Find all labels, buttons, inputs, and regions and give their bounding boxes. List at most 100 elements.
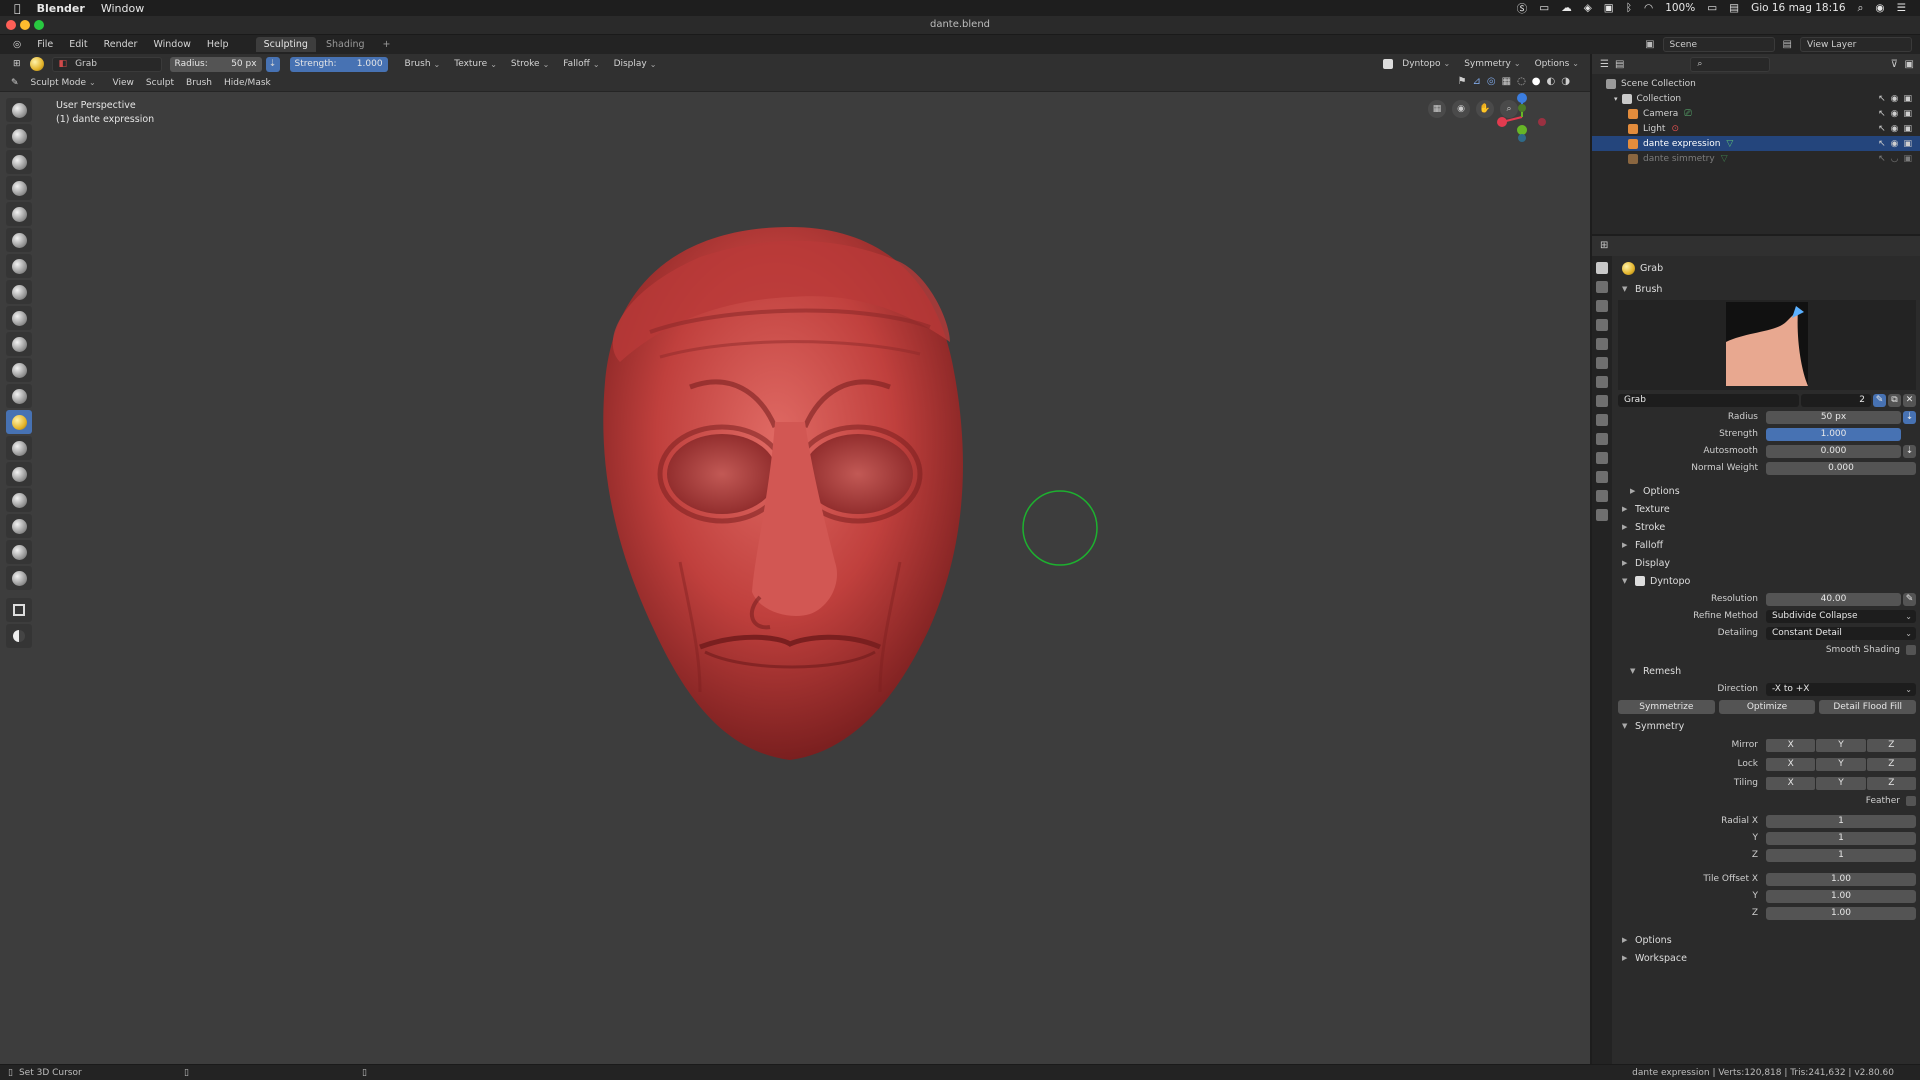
data-tab-icon[interactable] bbox=[1596, 471, 1608, 483]
unlink-brush-icon[interactable]: ✕ bbox=[1903, 393, 1916, 407]
collection-expand-icon[interactable]: ▾ bbox=[1614, 95, 1618, 103]
view-layer-tab-icon[interactable] bbox=[1596, 319, 1608, 331]
solid-shading-icon[interactable]: ● bbox=[1532, 76, 1541, 87]
tile-offset-x-field[interactable]: 1.00 bbox=[1766, 872, 1916, 886]
dyntopo-menu[interactable]: Dyntopo bbox=[1397, 56, 1455, 71]
eyedropper-icon[interactable]: ✎ bbox=[1903, 592, 1916, 606]
texture-panel-header[interactable]: ▶ Texture bbox=[1618, 500, 1916, 518]
mesh-data-icon[interactable]: ▽ bbox=[1726, 139, 1733, 149]
workspace-panel-header[interactable]: ▶ Workspace bbox=[1618, 949, 1916, 967]
particles-tab-icon[interactable] bbox=[1596, 414, 1608, 426]
brush-panel-header[interactable]: ▼ Brush bbox=[1618, 280, 1916, 298]
radial-z-field[interactable]: 1 bbox=[1766, 848, 1916, 862]
radius-slider[interactable]: Radius: 50 px bbox=[169, 56, 262, 72]
brush-preview-area[interactable] bbox=[1618, 300, 1916, 390]
window-menu[interactable]: Window bbox=[101, 2, 144, 15]
camera-data-icon[interactable]: ⎚ bbox=[1684, 109, 1691, 119]
strength-slider[interactable]: Strength: 1.000 bbox=[289, 56, 388, 72]
render-icon[interactable]: ▣ bbox=[1903, 139, 1912, 149]
object-tab-icon[interactable] bbox=[1596, 376, 1608, 388]
display-mode-icon[interactable]: ▤ bbox=[1615, 59, 1624, 70]
modifier-tab-icon[interactable] bbox=[1596, 395, 1608, 407]
radius-pressure-icon[interactable]: ⇣ bbox=[265, 56, 280, 72]
output-tab-icon[interactable] bbox=[1596, 300, 1608, 312]
tab-shading[interactable]: Shading bbox=[318, 37, 373, 52]
eye-icon[interactable]: ◉ bbox=[1891, 139, 1899, 149]
select-toggle-icon[interactable]: ↖ bbox=[1878, 109, 1886, 119]
tool-tab-icon[interactable] bbox=[1596, 262, 1608, 274]
tiling-y-toggle[interactable]: Y bbox=[1816, 776, 1866, 790]
autosmooth-pressure-icon[interactable]: ⇣ bbox=[1903, 444, 1916, 458]
render-icon[interactable]: ▣ bbox=[1903, 109, 1912, 119]
gizmo-icon[interactable]: ⊿ bbox=[1472, 76, 1480, 87]
outliner-item-camera[interactable]: Camera ⎚ ↖ ◉ ▣ bbox=[1592, 106, 1920, 121]
view-layer-selector[interactable]: View Layer bbox=[1800, 37, 1912, 52]
scene-tab-icon[interactable] bbox=[1596, 338, 1608, 350]
view-menu[interactable]: View bbox=[108, 75, 139, 90]
physics-tab-icon[interactable] bbox=[1596, 433, 1608, 445]
view-layer-icon[interactable]: ▤ bbox=[1783, 39, 1792, 50]
brush-options-subpanel[interactable]: ▶ Options bbox=[1618, 482, 1916, 500]
dropbox-icon[interactable]: ◈ bbox=[1584, 2, 1592, 14]
wifi-icon[interactable]: ◠ bbox=[1644, 2, 1653, 14]
clock[interactable]: Gio 16 mag 18:16 bbox=[1751, 2, 1845, 14]
brush-menu-mode[interactable]: Brush bbox=[181, 75, 217, 90]
menu-edit[interactable]: Edit bbox=[62, 37, 94, 52]
search-icon[interactable]: ⌕ bbox=[1858, 2, 1864, 15]
bluetooth-icon[interactable]: ᛒ bbox=[1626, 2, 1632, 14]
brush-menu[interactable]: Brush bbox=[400, 57, 446, 72]
siri-icon[interactable]: ◉ bbox=[1875, 2, 1884, 14]
tiling-x-toggle[interactable]: X bbox=[1766, 776, 1816, 790]
resolution-field[interactable]: 40.00 bbox=[1766, 592, 1901, 606]
refine-method-select[interactable]: Subdivide Collapse bbox=[1766, 609, 1916, 623]
xray-icon[interactable]: ▦ bbox=[1502, 76, 1511, 87]
direction-select[interactable]: -X to +X bbox=[1766, 682, 1916, 696]
radius-pressure-toggle-icon[interactable]: ⇣ bbox=[1903, 410, 1916, 424]
tile-offset-z-field[interactable]: 1.00 bbox=[1766, 906, 1916, 920]
battery-label[interactable]: 100% bbox=[1665, 2, 1695, 14]
stroke-menu[interactable]: Stroke bbox=[506, 57, 554, 72]
skype-icon[interactable]: Ⓢ bbox=[1517, 1, 1528, 16]
stroke-panel-header[interactable]: ▶ Stroke bbox=[1618, 518, 1916, 536]
feather-checkbox[interactable] bbox=[1906, 796, 1916, 806]
brush-selector[interactable]: ◧ Grab bbox=[51, 56, 162, 72]
outliner-collection[interactable]: ▾ Collection ↖ ◉ ▣ bbox=[1592, 91, 1920, 106]
remesh-subpanel-header[interactable]: ▼ Remesh bbox=[1618, 662, 1916, 680]
render-tab-icon[interactable] bbox=[1596, 281, 1608, 293]
scene-selector[interactable]: Scene bbox=[1662, 37, 1775, 52]
outliner-item-dante-expression[interactable]: dante expression ▽ ↖ ◉ ▣ bbox=[1592, 136, 1920, 151]
screen-icon[interactable]: ▭ bbox=[1539, 2, 1549, 14]
light-data-icon[interactable]: ⊙ bbox=[1671, 124, 1679, 134]
menu-help[interactable]: Help bbox=[200, 37, 236, 52]
calendar-icon[interactable]: ▤ bbox=[1729, 2, 1739, 14]
brush-datablock-field[interactable]: Grab bbox=[1618, 393, 1799, 407]
options-panel-header[interactable]: ▶ Options bbox=[1618, 931, 1916, 949]
mirror-x-toggle[interactable]: X bbox=[1766, 738, 1816, 752]
constraints-tab-icon[interactable] bbox=[1596, 452, 1608, 464]
lock-x-toggle[interactable]: X bbox=[1766, 757, 1816, 771]
display-panel-header[interactable]: ▶ Display bbox=[1618, 554, 1916, 572]
dyntopo-enable-checkbox[interactable] bbox=[1635, 576, 1645, 586]
symmetrize-button[interactable]: Symmetrize bbox=[1618, 700, 1715, 714]
dyntopo-panel-header[interactable]: ▼ Dyntopo bbox=[1618, 572, 1916, 590]
detail-flood-fill-button[interactable]: Detail Flood Fill bbox=[1819, 700, 1917, 714]
outliner-editor-icon[interactable]: ☰ bbox=[1600, 59, 1609, 70]
object-type-visibility-icon[interactable]: ⚑ bbox=[1458, 76, 1467, 87]
mirror-z-toggle[interactable]: Z bbox=[1866, 738, 1916, 752]
lock-y-toggle[interactable]: Y bbox=[1816, 757, 1866, 771]
select-toggle-icon[interactable]: ↖ bbox=[1878, 139, 1886, 149]
outliner-item-light[interactable]: Light ⊙ ↖ ◉ ▣ bbox=[1592, 121, 1920, 136]
autosmooth-field[interactable]: 0.000 bbox=[1766, 444, 1901, 458]
eye-icon[interactable]: ◉ bbox=[1891, 109, 1899, 119]
radial-x-field[interactable]: 1 bbox=[1766, 814, 1916, 828]
grab-brush-icon[interactable] bbox=[29, 57, 44, 71]
sculpt-menu[interactable]: Sculpt bbox=[141, 75, 179, 90]
app-menu[interactable]: Blender bbox=[37, 2, 85, 15]
symmetry-panel-header[interactable]: ▼ Symmetry bbox=[1618, 717, 1916, 735]
menu-window[interactable]: Window bbox=[146, 37, 197, 52]
mirror-y-toggle[interactable]: Y bbox=[1816, 738, 1866, 752]
add-workspace-button[interactable]: + bbox=[375, 37, 399, 52]
detailing-select[interactable]: Constant Detail bbox=[1766, 626, 1916, 640]
mesh-data-icon[interactable]: ▽ bbox=[1721, 154, 1728, 164]
select-toggle-icon[interactable]: ↖ bbox=[1878, 94, 1886, 104]
